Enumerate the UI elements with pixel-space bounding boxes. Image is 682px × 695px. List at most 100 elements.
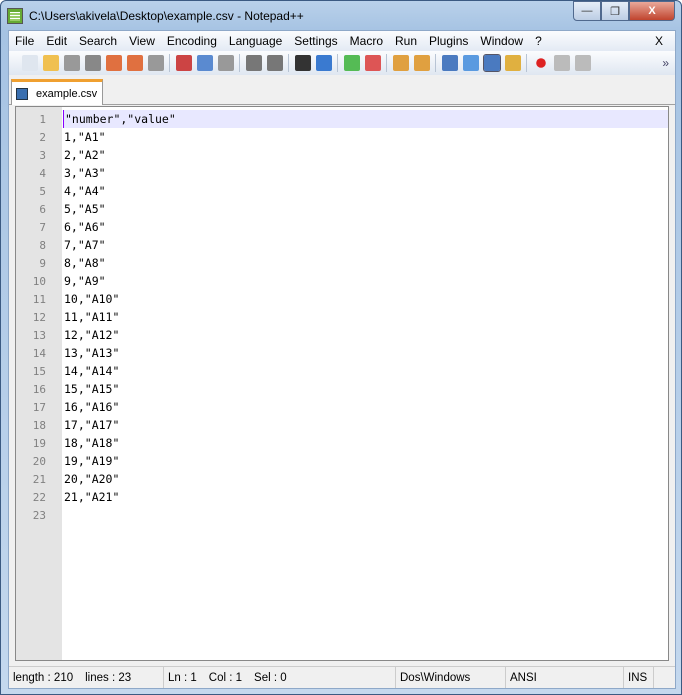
line-number: 18 bbox=[32, 418, 46, 432]
line-number: 19 bbox=[32, 436, 46, 450]
line-text: 10,"A10" bbox=[64, 292, 120, 306]
editor-line: 21 20,"A20" bbox=[16, 470, 668, 488]
editor-line: 5 4,"A4" bbox=[16, 182, 668, 200]
line-number: 6 bbox=[39, 202, 46, 216]
line-text: 19,"A19" bbox=[64, 454, 120, 468]
title-bar: C:\Users\akivela\Desktop\example.csv - N… bbox=[7, 5, 304, 27]
line-number: 2 bbox=[39, 130, 46, 144]
text-editor[interactable]: 1 "number","value" 2 1,"A1" 3 2,"A2" 4 3,"A3" 5 4… bbox=[15, 106, 669, 661]
line-number: 1 bbox=[39, 112, 46, 126]
editor-line: 10 9,"A9" bbox=[16, 272, 668, 290]
find-icon[interactable] bbox=[294, 55, 311, 71]
menu-plugins[interactable]: Plugins bbox=[423, 34, 474, 48]
word-wrap-icon[interactable] bbox=[441, 55, 458, 71]
close-document-button[interactable]: X bbox=[649, 34, 669, 48]
toolbar-overflow-icon[interactable]: » bbox=[662, 56, 669, 70]
menu-help[interactable]: ? bbox=[529, 34, 548, 48]
editor-line: 15 14,"A14" bbox=[16, 362, 668, 380]
menu-edit[interactable]: Edit bbox=[40, 34, 73, 48]
line-number: 15 bbox=[32, 364, 46, 378]
menu-macro[interactable]: Macro bbox=[344, 34, 389, 48]
indent-guide-icon[interactable] bbox=[482, 54, 501, 72]
line-text: 3,"A3" bbox=[64, 166, 106, 180]
status-eol: Dos\Windows bbox=[396, 667, 506, 688]
line-number: 10 bbox=[32, 274, 46, 288]
editor-line: 9 8,"A8" bbox=[16, 254, 668, 272]
menu-search[interactable]: Search bbox=[73, 34, 123, 48]
editor-line: 14 13,"A13" bbox=[16, 344, 668, 362]
copy-icon[interactable] bbox=[196, 55, 213, 71]
maximize-button[interactable]: ❐ bbox=[601, 1, 629, 21]
line-text: 13,"A13" bbox=[64, 346, 120, 360]
zoom-out-icon[interactable] bbox=[364, 55, 381, 71]
line-number: 16 bbox=[32, 382, 46, 396]
notepadpp-window: C:\Users\akivela\Desktop\example.csv - N… bbox=[0, 0, 682, 695]
line-text: 11,"A11" bbox=[64, 310, 120, 324]
save-all-icon[interactable] bbox=[84, 55, 101, 71]
editor-line: 6 5,"A5" bbox=[16, 200, 668, 218]
undo-icon[interactable] bbox=[245, 55, 262, 71]
status-ln: Ln : 1 bbox=[168, 671, 197, 684]
line-text: 1,"A1" bbox=[64, 130, 106, 144]
save-icon[interactable] bbox=[63, 55, 80, 71]
status-encoding: ANSI bbox=[506, 667, 624, 688]
new-file-icon[interactable] bbox=[21, 55, 38, 71]
menu-settings[interactable]: Settings bbox=[288, 34, 343, 48]
menu-language[interactable]: Language bbox=[223, 34, 288, 48]
line-number: 5 bbox=[39, 184, 46, 198]
line-number: 14 bbox=[32, 346, 46, 360]
close-button[interactable]: X bbox=[629, 1, 675, 21]
sync-vertical-icon[interactable] bbox=[392, 55, 409, 71]
line-text: 21,"A21" bbox=[64, 490, 120, 504]
editor-line: 1 "number","value" bbox=[16, 110, 668, 128]
toolbar-separator bbox=[239, 54, 240, 72]
toolbar-separator bbox=[169, 54, 170, 72]
editor-line: 19 18,"A18" bbox=[16, 434, 668, 452]
menu-encoding[interactable]: Encoding bbox=[161, 34, 223, 48]
menu-run[interactable]: Run bbox=[389, 34, 423, 48]
menu-window[interactable]: Window bbox=[474, 34, 529, 48]
editor-line: 17 16,"A16" bbox=[16, 398, 668, 416]
menu-bar: File Edit Search View Encoding Language Settin… bbox=[9, 31, 675, 51]
menu-file[interactable]: File bbox=[9, 34, 40, 48]
editor-line: 16 15,"A15" bbox=[16, 380, 668, 398]
status-bar: length : 210 lines : 23 Ln : 1 Col : 1 Sel … bbox=[9, 666, 675, 688]
line-text: 5,"A5" bbox=[64, 202, 106, 216]
line-text: 8,"A8" bbox=[64, 256, 106, 270]
toolbar: » bbox=[9, 51, 675, 75]
paste-icon[interactable] bbox=[217, 55, 234, 71]
redo-icon[interactable] bbox=[266, 55, 283, 71]
line-number: 13 bbox=[32, 328, 46, 342]
sync-horizontal-icon[interactable] bbox=[413, 55, 430, 71]
cut-icon[interactable] bbox=[175, 55, 192, 71]
show-all-chars-icon[interactable] bbox=[462, 55, 479, 71]
editor-line: 7 6,"A6" bbox=[16, 218, 668, 236]
line-number: 17 bbox=[32, 400, 46, 414]
zoom-in-icon[interactable] bbox=[343, 55, 360, 71]
tab-example-csv[interactable]: example.csv bbox=[11, 79, 103, 105]
editor-line: 8 7,"A7" bbox=[16, 236, 668, 254]
close-icon[interactable] bbox=[105, 55, 122, 71]
replace-icon[interactable] bbox=[315, 55, 332, 71]
status-length: length : 210 bbox=[13, 671, 74, 684]
menu-view[interactable]: View bbox=[123, 34, 161, 48]
line-text: 14,"A14" bbox=[64, 364, 120, 378]
stop-recording-icon[interactable] bbox=[553, 55, 570, 71]
editor-line: 11 10,"A10" bbox=[16, 290, 668, 308]
toolbar-separator bbox=[288, 54, 289, 72]
line-text: 4,"A4" bbox=[64, 184, 106, 198]
line-number: 12 bbox=[32, 310, 46, 324]
tab-label: example.csv bbox=[36, 87, 98, 100]
record-macro-icon[interactable] bbox=[535, 58, 546, 68]
open-file-icon[interactable] bbox=[42, 55, 59, 71]
line-text: 18,"A18" bbox=[64, 436, 120, 450]
function-list-icon[interactable] bbox=[504, 55, 521, 71]
play-macro-icon[interactable] bbox=[574, 55, 591, 71]
status-lines: lines : 23 bbox=[85, 671, 132, 684]
close-all-icon[interactable] bbox=[126, 55, 143, 71]
minimize-button[interactable]: — bbox=[573, 1, 601, 21]
line-text: 2,"A2" bbox=[64, 148, 106, 162]
line-number: 9 bbox=[39, 256, 46, 270]
toolbar-separator bbox=[386, 54, 387, 72]
print-icon[interactable] bbox=[147, 55, 164, 71]
